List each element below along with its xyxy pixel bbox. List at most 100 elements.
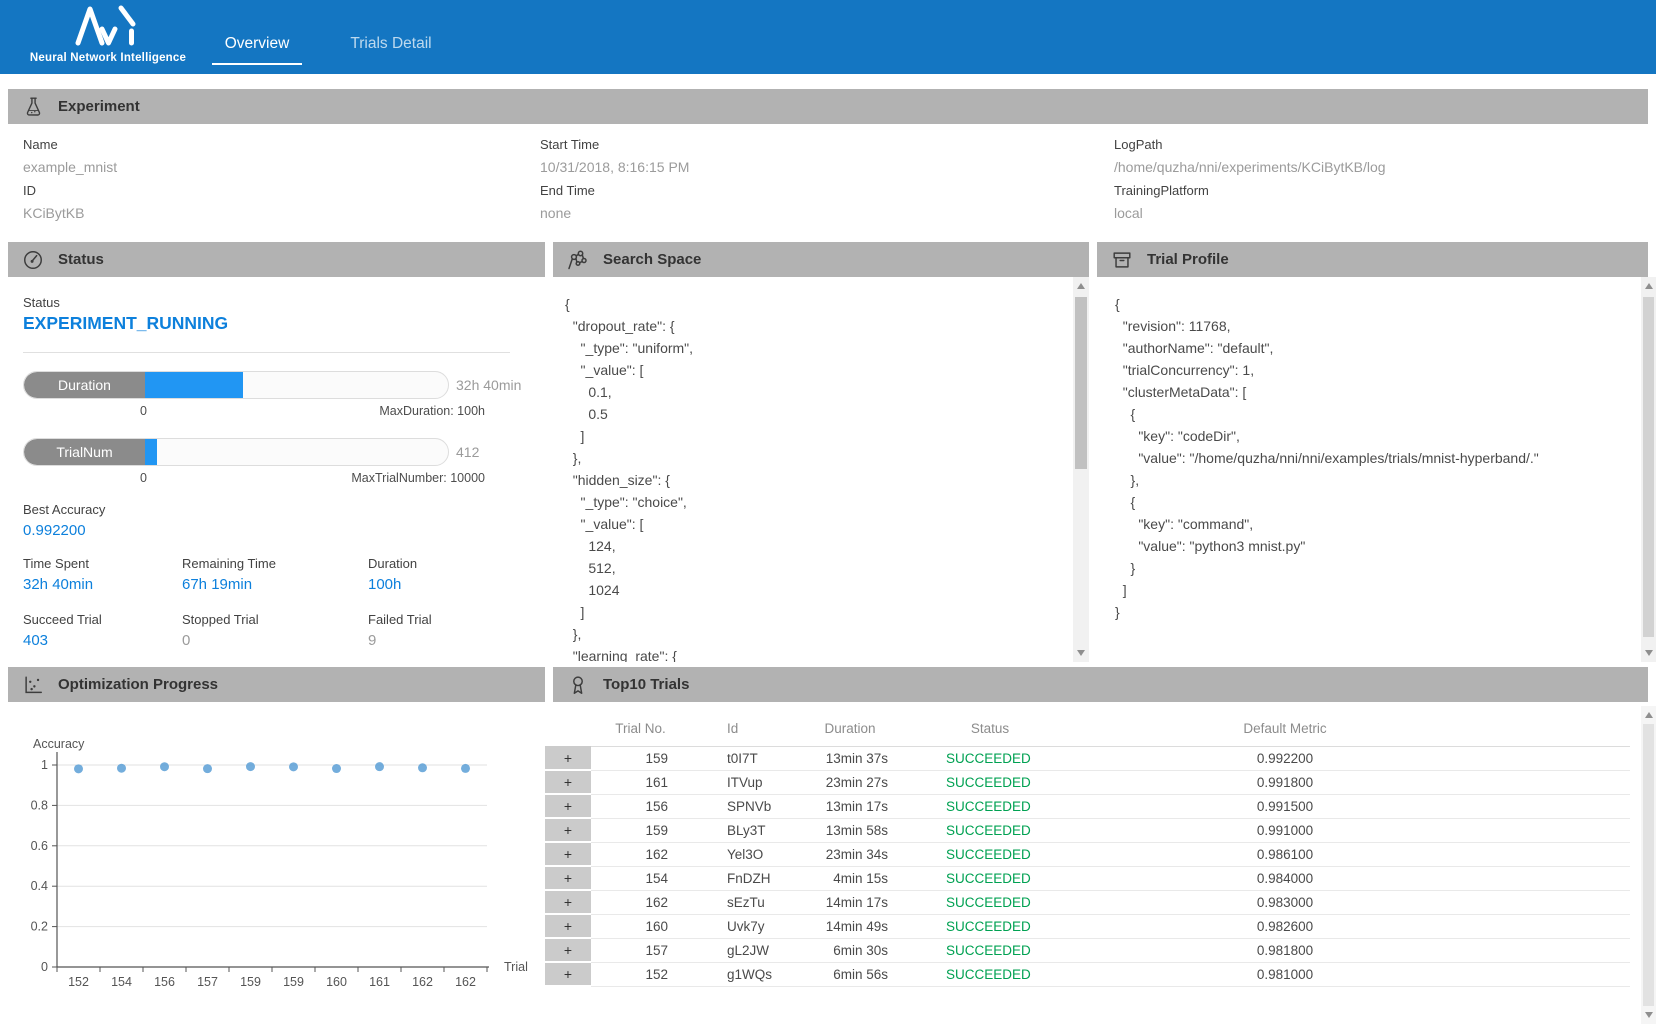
cell-trial-no: 159: [591, 818, 700, 842]
cell-id: FnDZH: [700, 866, 800, 890]
cell-status: SUCCEEDED: [900, 794, 1080, 818]
svg-text:0.6: 0.6: [31, 839, 48, 853]
top-trials-table: Trial No. Id Duration Status Default Met…: [545, 712, 1630, 987]
expand-row-button[interactable]: +: [545, 962, 591, 986]
top-trials-scrollbar[interactable]: [1641, 706, 1656, 1024]
cell-id: ITVup: [700, 770, 800, 794]
duration-progress-label: Duration: [24, 372, 145, 398]
cell-duration: 23min 34s: [800, 842, 900, 866]
svg-text:161: 161: [369, 975, 390, 989]
stat-succeed-trial: Succeed Trial 403: [23, 612, 102, 649]
trialnum-progress-label: TrialNum: [24, 439, 145, 465]
cell-duration: 23min 27s: [800, 770, 900, 794]
experiment-id-value: KCiBytKB: [23, 202, 117, 225]
expand-column-header: [545, 712, 591, 746]
logpath-label: LogPath: [1114, 133, 1386, 156]
expand-row-button[interactable]: +: [545, 866, 591, 890]
cell-default-metric: 0.981000: [1080, 962, 1490, 986]
expand-row-button[interactable]: +: [545, 770, 591, 794]
experiment-section-header: Experiment: [8, 89, 1648, 124]
nni-logo-icon: [73, 4, 145, 46]
cell-status: SUCCEEDED: [900, 746, 1080, 770]
duration-progress-track: [145, 372, 448, 398]
cell-duration: 13min 17s: [800, 794, 900, 818]
cell-default-metric: 0.982600: [1080, 914, 1490, 938]
cell-trial-no: 157: [591, 938, 700, 962]
duration-progress-bar: Duration: [23, 371, 449, 399]
cell-default-metric: 0.991500: [1080, 794, 1490, 818]
svg-text:154: 154: [111, 975, 132, 989]
cell-id: SPNVb: [700, 794, 800, 818]
stat-stopped-trial: Stopped Trial 0: [182, 612, 259, 649]
column-filler: [1490, 712, 1630, 746]
cell-id: t0I7T: [700, 746, 800, 770]
tab-overview[interactable]: Overview: [212, 0, 302, 74]
table-row: + 162 sEzTu 14min 17s SUCCEEDED 0.983000: [545, 890, 1630, 914]
top-trials-section-header: Top10 Trials: [553, 667, 1648, 702]
trial-profile-scrollbar-thumb[interactable]: [1643, 297, 1654, 637]
top-trials-section-title: Top10 Trials: [603, 676, 689, 693]
search-space-scrollbar-thumb[interactable]: [1075, 297, 1087, 469]
table-row: + 152 g1WQs 6min 56s SUCCEEDED 0.981000: [545, 962, 1630, 986]
svg-text:162: 162: [412, 975, 433, 989]
cell-default-metric: 0.986100: [1080, 842, 1490, 866]
start-time-value: 10/31/2018, 8:16:15 PM: [540, 156, 689, 179]
expand-row-button[interactable]: +: [545, 914, 591, 938]
flask-icon: [21, 95, 45, 119]
cell-id: BLy3T: [700, 818, 800, 842]
scroll-down-icon[interactable]: [1077, 650, 1085, 656]
top-trials-scrollbar-thumb[interactable]: [1643, 724, 1654, 1006]
cell-trial-no: 160: [591, 914, 700, 938]
table-row: + 159 BLy3T 13min 58s SUCCEEDED 0.991000: [545, 818, 1630, 842]
cell-trial-no: 159: [591, 746, 700, 770]
table-row: + 162 Yel3O 23min 34s SUCCEEDED 0.986100: [545, 842, 1630, 866]
archive-box-icon: [1110, 248, 1134, 272]
cell-duration: 4min 15s: [800, 866, 900, 890]
tab-trials-detail[interactable]: Trials Detail: [332, 0, 450, 74]
top-navigation-bar: Neural Network Intelligence Overview Tri…: [0, 0, 1656, 74]
search-space-scrollbar[interactable]: [1073, 277, 1089, 662]
experiment-id-label: ID: [23, 179, 117, 202]
expand-row-button[interactable]: +: [545, 842, 591, 866]
trialnum-progress-fill: [145, 439, 157, 465]
search-space-icon: [566, 248, 590, 272]
cell-status: SUCCEEDED: [900, 890, 1080, 914]
trial-profile-scrollbar[interactable]: [1641, 277, 1656, 662]
nni-logo: Neural Network Intelligence: [28, 4, 188, 64]
scroll-up-icon[interactable]: [1645, 283, 1653, 289]
duration-progress-value: 32h 40min: [456, 377, 521, 393]
experiment-name-value: example_mnist: [23, 156, 117, 179]
stat-remaining-time: Remaining Time 67h 19min: [182, 556, 276, 593]
cell-status: SUCCEEDED: [900, 866, 1080, 890]
table-row: + 159 t0I7T 13min 37s SUCCEEDED 0.992200: [545, 746, 1630, 770]
expand-row-button[interactable]: +: [545, 794, 591, 818]
scroll-up-icon[interactable]: [1645, 712, 1653, 718]
duration-max: MaxDuration: 100h: [379, 404, 485, 418]
svg-text:Trial: Trial: [504, 960, 528, 974]
expand-row-button[interactable]: +: [545, 818, 591, 842]
search-space-section-title: Search Space: [603, 251, 701, 268]
table-row: + 154 FnDZH 4min 15s SUCCEEDED 0.984000: [545, 866, 1630, 890]
trial-profile-code: { "revision": 11768, "authorName": "defa…: [1115, 293, 1630, 662]
trialnum-max: MaxTrialNumber: 10000: [351, 471, 485, 485]
status-field-value: EXPERIMENT_RUNNING: [23, 313, 228, 334]
scroll-down-icon[interactable]: [1645, 1012, 1653, 1018]
cell-status: SUCCEEDED: [900, 938, 1080, 962]
svg-text:0.8: 0.8: [31, 798, 48, 812]
scroll-down-icon[interactable]: [1645, 650, 1653, 656]
cell-default-metric: 0.981800: [1080, 938, 1490, 962]
cell-id: Yel3O: [700, 842, 800, 866]
trial-profile-section-header: Trial Profile: [1097, 242, 1648, 277]
expand-row-button[interactable]: +: [545, 890, 591, 914]
scroll-up-icon[interactable]: [1077, 283, 1085, 289]
cell-status: SUCCEEDED: [900, 962, 1080, 986]
column-default-metric: Default Metric: [1080, 712, 1490, 746]
status-section-title: Status: [58, 251, 104, 268]
expand-row-button[interactable]: +: [545, 746, 591, 770]
experiment-section-title: Experiment: [58, 98, 140, 115]
duration-progress-fill: [145, 372, 243, 398]
cell-trial-no: 154: [591, 866, 700, 890]
cell-id: sEzTu: [700, 890, 800, 914]
svg-text:1: 1: [41, 758, 48, 772]
expand-row-button[interactable]: +: [545, 938, 591, 962]
